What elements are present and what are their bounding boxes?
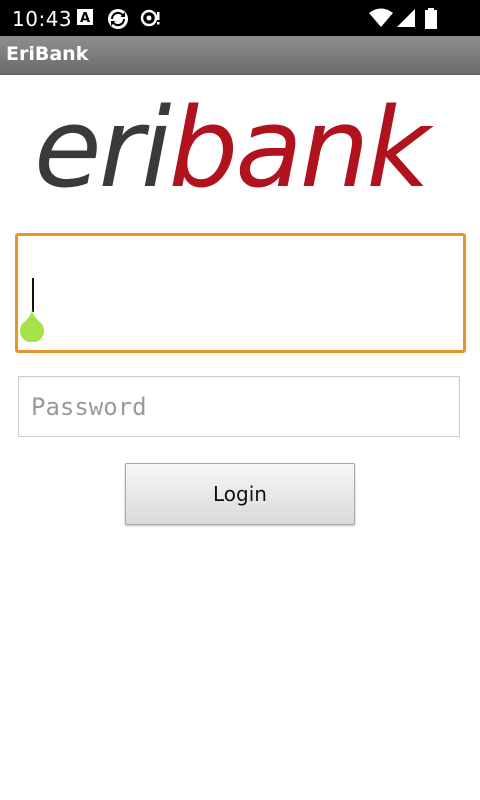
text-cursor — [32, 278, 34, 312]
svg-text:A: A — [80, 11, 90, 26]
logo-part-bank: bank — [168, 84, 430, 212]
battery-icon — [424, 8, 438, 29]
status-bar: 10:43 A — [0, 0, 480, 36]
wifi-icon — [368, 8, 394, 28]
signal-icon — [396, 8, 416, 28]
sync-icon — [106, 8, 130, 29]
password-field[interactable] — [18, 376, 460, 437]
username-field[interactable] — [15, 233, 466, 353]
eribank-logo: eribank — [34, 83, 430, 213]
record-icon — [140, 8, 162, 28]
a-icon: A — [76, 8, 96, 28]
status-time: 10:43 — [12, 7, 73, 31]
cursor-handle-icon[interactable] — [18, 308, 46, 343]
login-button[interactable]: Login — [125, 463, 355, 525]
app-title: EriBank — [6, 43, 89, 65]
logo-part-eri: eri — [34, 84, 171, 212]
title-bar: EriBank — [0, 36, 480, 75]
